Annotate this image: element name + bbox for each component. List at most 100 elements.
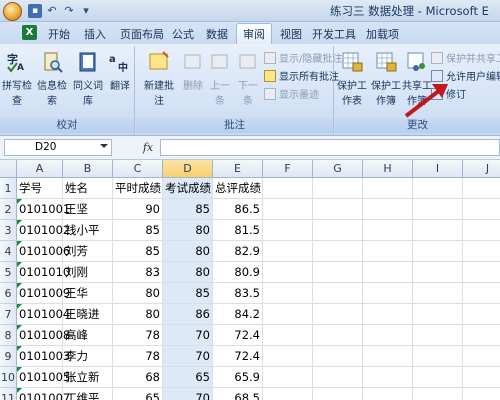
cell-c8[interactable]: 78	[113, 325, 163, 346]
cell-c11[interactable]: 65	[113, 388, 163, 400]
cell-g8[interactable]	[313, 325, 363, 346]
column-header-b[interactable]: B	[63, 160, 113, 178]
cell-f1[interactable]	[263, 178, 313, 199]
cell-h1[interactable]	[363, 178, 413, 199]
cell-c9[interactable]: 78	[113, 346, 163, 367]
cell-h5[interactable]	[363, 262, 413, 283]
name-box-dropdown-icon[interactable]	[100, 144, 108, 148]
cell-j2[interactable]	[463, 199, 500, 220]
cell-b11[interactable]: 丁维平	[63, 388, 113, 400]
protect-workbook-button[interactable]: 保护工作簿	[369, 50, 403, 107]
research-button[interactable]: 信息检索	[36, 50, 68, 107]
column-header-g[interactable]: G	[313, 160, 363, 178]
column-header-h[interactable]: H	[363, 160, 413, 178]
cell-a9[interactable]: 0101003	[17, 346, 70, 367]
redo-icon[interactable]: ↷	[62, 4, 76, 18]
cell-h4[interactable]	[363, 241, 413, 262]
cell-d10[interactable]: 65	[163, 367, 213, 388]
cell-a1[interactable]: 学号	[17, 178, 63, 199]
thesaurus-button[interactable]: 同义词库	[72, 50, 104, 107]
cell-a7[interactable]: 0101004	[17, 304, 70, 325]
cell-a4[interactable]: 0101006	[17, 241, 70, 262]
new-comment-button[interactable]: 新建批注	[140, 50, 178, 107]
cell-g3[interactable]	[313, 220, 363, 241]
select-all-corner[interactable]	[0, 160, 17, 178]
next-comment-button[interactable]: 下一条	[234, 50, 262, 107]
tab-formulas[interactable]: 公式	[172, 26, 194, 42]
show-all-comments-button[interactable]: 显示所有批注	[264, 68, 339, 83]
cell-b7[interactable]: 王晓进	[63, 304, 113, 325]
cell-g4[interactable]	[313, 241, 363, 262]
cell-j10[interactable]	[463, 367, 500, 388]
cell-c4[interactable]: 85	[113, 241, 163, 262]
column-header-c[interactable]: C	[113, 160, 163, 178]
cell-e1[interactable]: 总评成绩	[213, 178, 263, 199]
cell-e3[interactable]: 81.5	[213, 220, 263, 241]
cell-j7[interactable]	[463, 304, 500, 325]
cell-g6[interactable]	[313, 283, 363, 304]
cell-e5[interactable]: 80.9	[213, 262, 263, 283]
cell-j1[interactable]	[463, 178, 500, 199]
cell-h6[interactable]	[363, 283, 413, 304]
cell-j3[interactable]	[463, 220, 500, 241]
row-header[interactable]: 10	[0, 367, 17, 388]
cell-d6[interactable]: 85	[163, 283, 213, 304]
cell-b3[interactable]: 钱小平	[63, 220, 113, 241]
cell-i7[interactable]	[413, 304, 463, 325]
cell-b9[interactable]: 李力	[63, 346, 113, 367]
cell-b2[interactable]: 王坚	[63, 199, 113, 220]
cell-j9[interactable]	[463, 346, 500, 367]
cell-h8[interactable]	[363, 325, 413, 346]
cell-i9[interactable]	[413, 346, 463, 367]
tab-data[interactable]: 数据	[206, 26, 228, 42]
tab-home[interactable]: 开始	[48, 26, 70, 42]
row-header[interactable]: 1	[0, 178, 17, 199]
tab-addins[interactable]: 加载项	[366, 26, 399, 42]
column-header-j[interactable]: J	[463, 160, 500, 178]
row-header[interactable]: 5	[0, 262, 17, 283]
insert-function-icon[interactable]: fx	[138, 139, 158, 156]
cell-i3[interactable]	[413, 220, 463, 241]
name-box[interactable]: D20	[4, 139, 112, 156]
column-header-d[interactable]: D	[163, 160, 213, 178]
customize-qat-icon[interactable]: ▾	[79, 4, 93, 18]
tab-review[interactable]: 审阅	[236, 23, 272, 44]
cell-g2[interactable]	[313, 199, 363, 220]
office-button[interactable]	[3, 2, 22, 21]
cell-b4[interactable]: 刘芳	[63, 241, 113, 262]
cell-j6[interactable]	[463, 283, 500, 304]
cell-e6[interactable]: 83.5	[213, 283, 263, 304]
tab-insert[interactable]: 插入	[84, 26, 106, 42]
cell-a8[interactable]: 0101008	[17, 325, 70, 346]
spell-check-button[interactable]: 字A 拼写检查	[2, 50, 32, 107]
cell-a3[interactable]: 0101002	[17, 220, 70, 241]
cell-f10[interactable]	[263, 367, 313, 388]
cell-d5[interactable]: 80	[163, 262, 213, 283]
show-hide-comment-button[interactable]: 显示/隐藏批注	[264, 50, 342, 65]
tab-developer[interactable]: 开发工具	[312, 26, 356, 42]
cell-i1[interactable]	[413, 178, 463, 199]
cell-i5[interactable]	[413, 262, 463, 283]
cell-a10[interactable]: 0101005	[17, 367, 70, 388]
cell-h9[interactable]	[363, 346, 413, 367]
cell-i2[interactable]	[413, 199, 463, 220]
row-header[interactable]: 9	[0, 346, 17, 367]
cell-d11[interactable]: 70	[163, 388, 213, 400]
row-header[interactable]: 6	[0, 283, 17, 304]
column-header-a[interactable]: A	[17, 160, 63, 178]
cell-f5[interactable]	[263, 262, 313, 283]
show-ink-button[interactable]: 显示墨迹	[264, 86, 319, 101]
cell-i10[interactable]	[413, 367, 463, 388]
cell-a6[interactable]: 0101009	[17, 283, 70, 304]
cell-a11[interactable]: 0101007	[17, 388, 70, 400]
cell-d2[interactable]: 85	[163, 199, 213, 220]
formula-input[interactable]	[160, 139, 500, 156]
row-header[interactable]: 11	[0, 388, 17, 400]
cell-e9[interactable]: 72.4	[213, 346, 263, 367]
cell-g7[interactable]	[313, 304, 363, 325]
cell-h11[interactable]	[363, 388, 413, 400]
cell-j4[interactable]	[463, 241, 500, 262]
cell-b5[interactable]: 刘刚	[63, 262, 113, 283]
save-icon[interactable]: ▪	[28, 4, 42, 18]
cell-g1[interactable]	[313, 178, 363, 199]
